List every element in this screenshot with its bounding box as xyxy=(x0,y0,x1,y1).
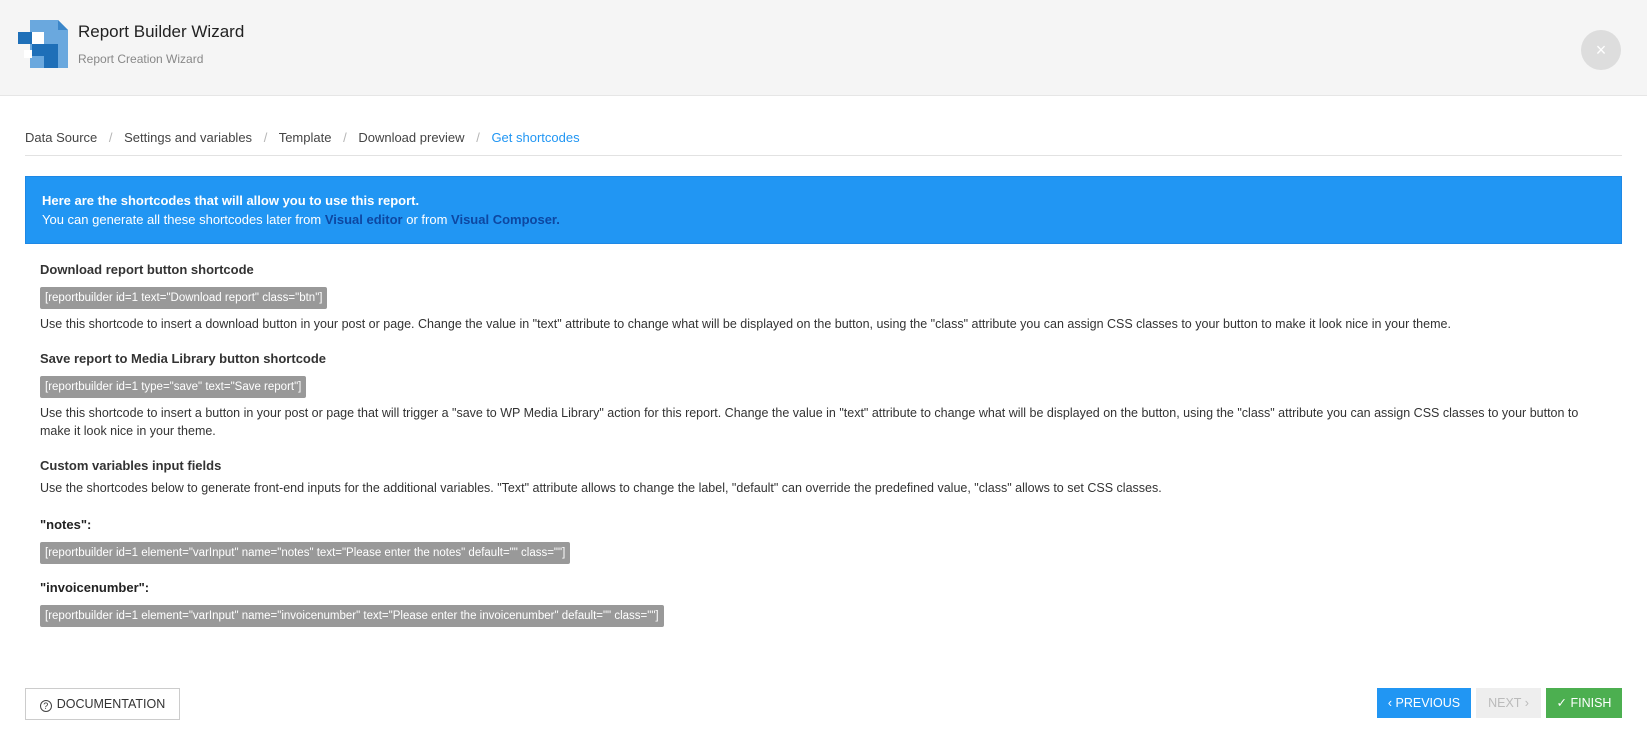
check-icon: ✓ xyxy=(1556,696,1567,710)
breadcrumb-get-shortcodes[interactable]: Get shortcodes xyxy=(491,130,579,145)
save-shortcode-title: Save report to Media Library button shor… xyxy=(40,351,327,366)
chevron-left-icon: ‹ xyxy=(1387,696,1393,710)
finish-button[interactable]: ✓ FINISH xyxy=(1546,688,1622,718)
breadcrumb-separator: / xyxy=(108,130,113,145)
breadcrumb-settings-and-variables[interactable]: Settings and variables xyxy=(124,130,252,145)
previous-button[interactable]: ‹ PREVIOUS xyxy=(1377,688,1471,718)
close-icon: × xyxy=(1595,40,1607,60)
question-circle-icon: ? xyxy=(39,700,52,712)
next-label: NEXT xyxy=(1488,696,1522,710)
download-shortcode-code[interactable]: [reportbuilder id=1 text="Download repor… xyxy=(40,287,328,309)
custom-variables-title: Custom variables input fields xyxy=(40,458,222,473)
shortcodes-info-alert: Here are the shortcodes that will allow … xyxy=(25,176,1622,244)
info-text-prefix: You can generate all these shortcodes la… xyxy=(42,212,325,227)
info-title: Here are the shortcodes that will allow … xyxy=(42,193,420,208)
save-shortcode-code[interactable]: [reportbuilder id=1 type="save" text="Sa… xyxy=(40,376,307,398)
app-subtitle: Report Creation Wizard xyxy=(78,52,204,66)
next-button[interactable]: NEXT › xyxy=(1476,688,1541,718)
app-title: Report Builder Wizard xyxy=(78,22,245,41)
download-shortcode-description: Use this shortcode to insert a download … xyxy=(40,317,1451,331)
breadcrumb-separator: / xyxy=(476,130,480,145)
variable-label-notes: "notes": xyxy=(40,517,92,532)
shortcodes-content: Download report button shortcode [report… xyxy=(40,262,1622,627)
breadcrumb-template[interactable]: Template xyxy=(279,130,332,145)
variable-label-invoicenumber: "invoicenumber": xyxy=(40,580,150,595)
invoicenumber-input-shortcode-code[interactable]: [reportbuilder id=1 element="varInput" n… xyxy=(40,605,664,627)
visual-composer-link[interactable]: Visual Composer. xyxy=(451,212,560,227)
previous-label: PREVIOUS xyxy=(1395,696,1461,710)
breadcrumb-separator: / xyxy=(263,130,268,145)
notes-input-shortcode-code[interactable]: [reportbuilder id=1 element="varInput" n… xyxy=(40,542,571,564)
download-shortcode-title: Download report button shortcode xyxy=(40,262,254,277)
app-header: Report Builder Wizard Report Creation Wi… xyxy=(0,0,1647,96)
custom-variables-description: Use the shortcodes below to generate fro… xyxy=(40,481,1162,495)
visual-editor-link[interactable]: Visual editor xyxy=(325,212,403,227)
documentation-button[interactable]: ? DOCUMENTATION xyxy=(25,688,180,720)
finish-label: FINISH xyxy=(1570,696,1612,710)
wizard-breadcrumb: Data Source / Settings and variables / T… xyxy=(25,130,1622,156)
breadcrumb-data-source[interactable]: Data Source xyxy=(25,130,97,145)
info-text-middle: or from xyxy=(402,212,452,227)
chevron-right-icon: › xyxy=(1524,696,1529,710)
breadcrumb-separator: / xyxy=(343,130,347,145)
documentation-label: DOCUMENTATION xyxy=(56,697,166,711)
close-button[interactable]: × xyxy=(1581,30,1621,70)
report-builder-logo-icon xyxy=(18,20,68,68)
info-text: You can generate all these shortcodes la… xyxy=(42,211,1605,229)
save-shortcode-description: Use this shortcode to insert a button in… xyxy=(40,406,1579,438)
breadcrumb-download-preview[interactable]: Download preview xyxy=(358,130,464,145)
